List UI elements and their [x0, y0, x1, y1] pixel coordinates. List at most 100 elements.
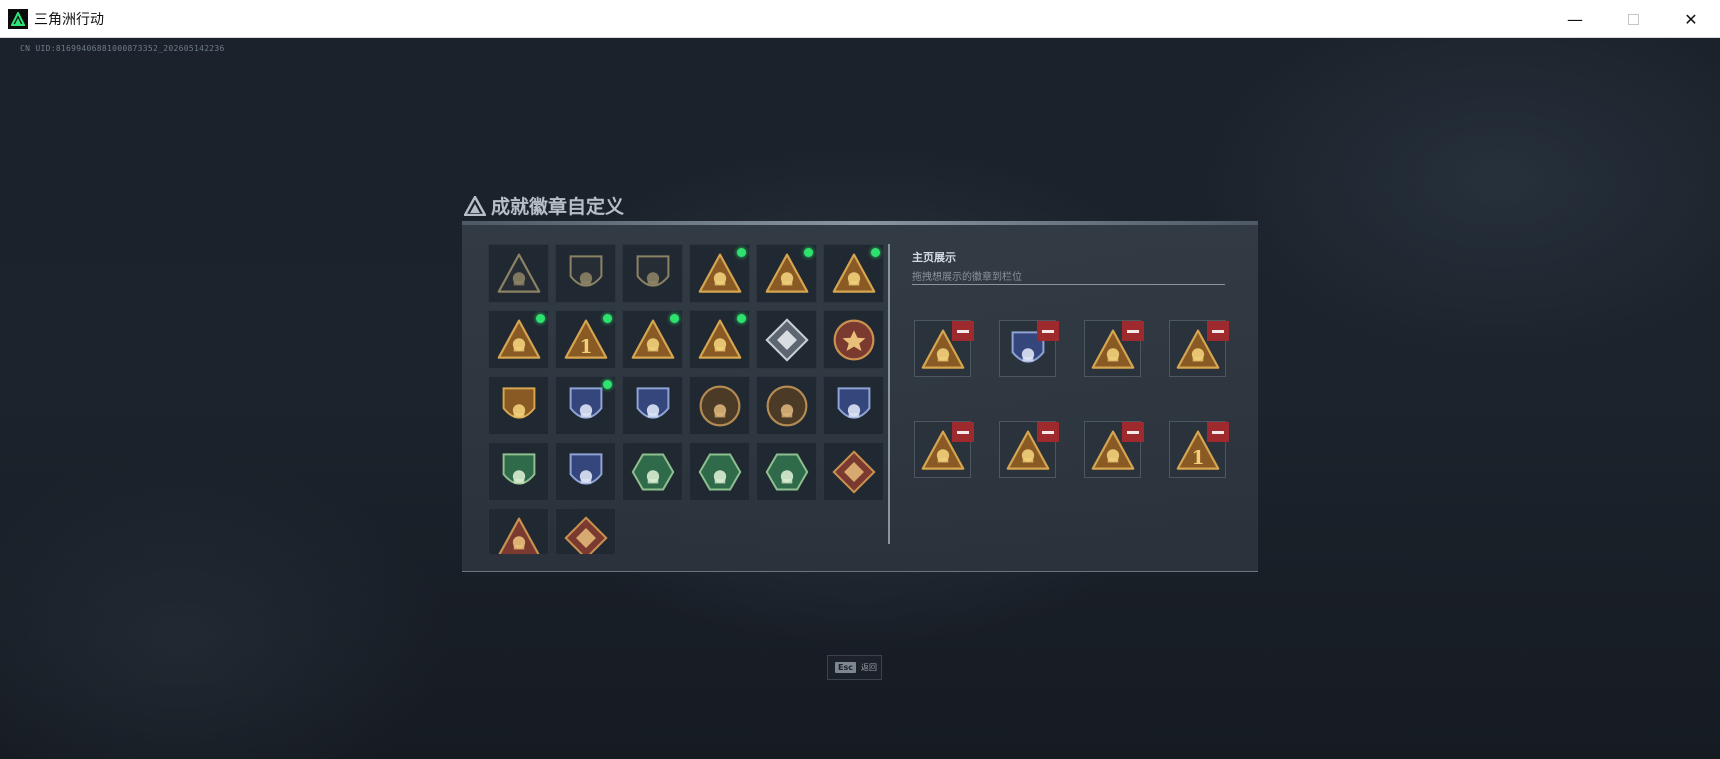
badge-cell[interactable]: [689, 376, 750, 435]
remove-badge-button[interactable]: [1207, 321, 1229, 341]
minus-icon: [1127, 430, 1139, 434]
skull-coin-icon: [766, 385, 808, 427]
new-indicator-icon: [871, 248, 880, 257]
uid-watermark: CN UID:81699406881000873352_202605142236: [20, 44, 225, 53]
badge-cell[interactable]: [488, 244, 549, 303]
new-indicator-icon: [536, 314, 545, 323]
badge-cell[interactable]: [488, 310, 549, 369]
badge-cell[interactable]: [555, 442, 616, 501]
remove-badge-button[interactable]: [952, 321, 974, 341]
remove-badge-button[interactable]: [952, 422, 974, 442]
svg-text:1: 1: [1192, 448, 1205, 469]
homepage-display-header: 主页展示 拖拽想展示的徽章到栏位: [912, 249, 1022, 283]
panel-title: 成就徽章自定义: [464, 192, 624, 219]
badge-cell[interactable]: [622, 376, 683, 435]
badge-cell[interactable]: [555, 244, 616, 303]
gold-crown-icon: [631, 319, 675, 359]
armored-vehicle-icon: [765, 253, 809, 293]
badge-cell[interactable]: [756, 244, 817, 303]
delta-logo-icon: [464, 195, 486, 216]
minus-icon: [1212, 329, 1224, 333]
triangle-emblem-icon: [497, 253, 541, 293]
esc-back-button[interactable]: Esc 返回: [827, 655, 882, 680]
remove-badge-button[interactable]: [1037, 422, 1059, 442]
badge-grid-scrollbar[interactable]: [888, 244, 890, 544]
crown-triangle-icon: [698, 253, 742, 293]
badge-cell[interactable]: [823, 310, 884, 369]
badge-cell[interactable]: [488, 508, 549, 554]
maximize-icon: [1627, 13, 1639, 25]
display-slot[interactable]: [1084, 421, 1144, 478]
badge-cell[interactable]: [488, 442, 549, 501]
remove-badge-button[interactable]: [1122, 321, 1144, 341]
display-slot[interactable]: [999, 320, 1059, 377]
remove-badge-button[interactable]: [1207, 422, 1229, 442]
soldier-hex-icon: [698, 453, 742, 491]
fist-hex-icon: [765, 453, 809, 491]
display-slot[interactable]: [1169, 320, 1229, 377]
badge-cell[interactable]: [555, 508, 616, 554]
badge-cell[interactable]: [823, 442, 884, 501]
display-divider: [912, 284, 1225, 285]
badge-cell[interactable]: [622, 310, 683, 369]
winged-sword-icon: [837, 387, 871, 419]
green-target-icon: [502, 453, 536, 485]
fortress-icon: [698, 319, 742, 359]
star-seal-icon: [833, 319, 875, 361]
app-logo-icon: [8, 8, 28, 29]
badge-cell[interactable]: [756, 310, 817, 369]
window-titlebar: 三角洲行动 — ✕: [0, 0, 1720, 38]
winged-crest-icon: [569, 453, 603, 485]
fighter-diamond-icon: [564, 516, 608, 554]
new-indicator-icon: [603, 314, 612, 323]
cross-medal-icon: [569, 387, 603, 419]
dragon-diamond-icon: [832, 450, 876, 494]
knot-coin-icon: [699, 385, 741, 427]
panel-title-text: 成就徽章自定义: [491, 196, 625, 218]
laurel-shield-icon: [502, 387, 536, 419]
badge-cell[interactable]: [622, 442, 683, 501]
new-indicator-icon: [670, 314, 679, 323]
badge-cell[interactable]: [823, 244, 884, 303]
remove-badge-button[interactable]: [1037, 321, 1059, 341]
eagle-shield-icon: [636, 387, 670, 419]
close-button[interactable]: ✕: [1662, 0, 1720, 38]
hand-sign-icon: [832, 253, 876, 293]
display-slot[interactable]: 1: [1169, 421, 1229, 478]
esc-key-icon: Esc: [835, 662, 856, 673]
display-slot[interactable]: [1084, 320, 1144, 377]
badge-customize-panel: 1 主页展示 拖拽想展示的徽章到栏位 1: [462, 221, 1258, 572]
new-indicator-icon: [804, 248, 813, 257]
badge-cell[interactable]: [823, 376, 884, 435]
esc-back-label: 返回: [860, 663, 877, 672]
minimize-button[interactable]: —: [1546, 0, 1604, 38]
badge-cell[interactable]: [756, 442, 817, 501]
minus-icon: [1127, 329, 1139, 333]
dragon-head-icon: [498, 517, 540, 554]
display-slot[interactable]: [999, 421, 1059, 478]
helicopter-icon: [569, 255, 603, 287]
helmet-triangle-icon: [497, 319, 541, 359]
window-controls: — ✕: [1546, 0, 1720, 38]
display-slot[interactable]: [914, 421, 974, 478]
minus-icon: [1042, 430, 1054, 434]
minus-icon: [957, 329, 969, 333]
svg-text:1: 1: [580, 337, 593, 358]
homepage-display-title: 主页展示: [912, 251, 956, 264]
badge-cell[interactable]: [689, 244, 750, 303]
remove-badge-button[interactable]: [1122, 422, 1144, 442]
homepage-display-subtitle: 拖拽想展示的徽章到栏位: [912, 272, 1022, 283]
display-slot[interactable]: [914, 320, 974, 377]
badge-cell[interactable]: [622, 244, 683, 303]
silver-diamond-icon: [765, 318, 809, 362]
badge-grid[interactable]: 1: [488, 244, 886, 554]
badge-cell[interactable]: [689, 442, 750, 501]
badge-cell[interactable]: 1: [555, 310, 616, 369]
maximize-button[interactable]: [1604, 0, 1662, 38]
badge-cell[interactable]: [689, 310, 750, 369]
new-indicator-icon: [737, 248, 746, 257]
badge-cell[interactable]: [488, 376, 549, 435]
minus-icon: [1042, 329, 1054, 333]
badge-cell[interactable]: [756, 376, 817, 435]
badge-cell[interactable]: [555, 376, 616, 435]
